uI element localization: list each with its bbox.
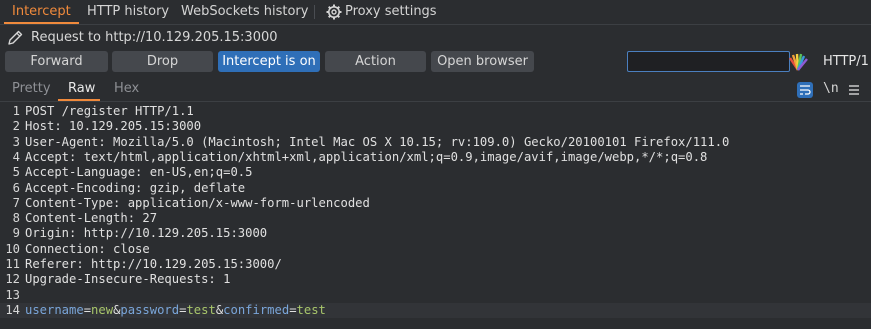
view-tab-pretty[interactable]: Pretty (12, 81, 51, 96)
line-number: 9 (12, 226, 20, 241)
param-name: password (120, 302, 180, 317)
view-tab-raw[interactable]: Raw (68, 81, 95, 96)
intercept-toolbar: Forward Drop Intercept is on Action Open… (0, 51, 871, 74)
request-line-text: Content-Type: application/x-www-form-url… (25, 195, 370, 210)
request-line-text: Origin: http://10.129.205.15:3000 (25, 226, 268, 241)
request-line-text: Connection: close (25, 241, 150, 256)
tab-websockets-history[interactable]: WebSockets history (181, 0, 308, 24)
param-value: test (296, 302, 326, 317)
tab-proxy-settings[interactable]: Proxy settings (345, 0, 437, 24)
editor-line: 13 (0, 288, 871, 303)
request-target-bar: Request to http://10.129.205.15:3000 (0, 26, 871, 50)
line-number: 2 (12, 119, 20, 134)
editor-line: 11 Referer: http://10.129.205.15:3000/ (0, 257, 871, 272)
gear-icon[interactable] (326, 4, 342, 20)
param-name: username (25, 302, 84, 317)
param-value: new (91, 302, 114, 317)
request-line-text: Content-Length: 27 (25, 211, 158, 226)
burp-highlight-icon[interactable] (787, 52, 809, 72)
editor-line: 7 Content-Type: application/x-www-form-ur… (0, 196, 871, 211)
request-line-text: POST /register HTTP/1.1 (25, 104, 194, 118)
request-line-text: Accept-Encoding: gzip, deflate (25, 180, 246, 195)
pencil-icon (8, 30, 23, 45)
param-equals: = (289, 302, 297, 317)
tab-intercept[interactable]: Intercept (4, 0, 79, 24)
proxy-tab-bar: Intercept HTTP history WebSockets histor… (0, 0, 871, 25)
search-input[interactable] (627, 51, 790, 72)
show-newlines-toggle[interactable]: \n (823, 81, 839, 96)
request-line-text: Referer: http://10.129.205.15:3000/ (25, 257, 282, 271)
editor-line: 1 POST /register HTTP/1.1 (0, 104, 871, 119)
editor-line: 9 Origin: http://10.129.205.15:3000 (0, 226, 871, 241)
open-browser-button[interactable]: Open browser (431, 51, 534, 72)
request-editor[interactable]: 1 POST /register HTTP/1.1 2 Host: 10.129.20… (0, 101, 871, 329)
param-name: confirmed (223, 302, 290, 317)
message-view-tabs: Pretty Raw Hex (0, 79, 871, 101)
editor-line: 6 Accept-Encoding: gzip, deflate (0, 181, 871, 196)
action-button[interactable]: Action (325, 51, 426, 72)
intercept-toggle-button[interactable]: Intercept is on (218, 51, 320, 72)
line-number: 6 (12, 180, 20, 195)
param-value: test (186, 302, 216, 317)
editor-line: 8 Content-Length: 27 (0, 211, 871, 226)
line-number: 5 (12, 165, 20, 180)
request-line-text: User-Agent: Mozilla/5.0 (Macintosh; Inte… (25, 134, 730, 149)
line-number: 8 (12, 211, 20, 226)
tab-http-history[interactable]: HTTP history (87, 0, 169, 24)
http-version-label[interactable]: HTTP/1 (823, 54, 869, 69)
request-line-text: Host: 10.129.205.15:3000 (25, 119, 202, 134)
editor-line: 5 Accept-Language: en-US,en;q=0.5 (0, 165, 871, 180)
param-equals: = (83, 302, 92, 317)
request-line-text: Accept-Language: en-US,en;q=0.5 (25, 165, 253, 180)
editor-line: 10 Connection: close (0, 242, 871, 257)
word-wrap-icon[interactable] (797, 82, 813, 98)
request-line-text: Accept: text/html,application/xhtml+xml,… (25, 149, 708, 164)
line-number: 10 (5, 241, 20, 256)
line-number: 14 (5, 302, 20, 317)
request-target-text: Request to http://10.129.205.15:3000 (31, 30, 278, 45)
line-number: 3 (12, 134, 20, 149)
tab-divider (314, 5, 315, 19)
editor-line-body: 14 username=new&password=test&confirmed=t… (0, 302, 871, 318)
line-number: 7 (12, 195, 20, 210)
forward-button[interactable]: Forward (5, 51, 108, 72)
view-tab-hex[interactable]: Hex (114, 81, 139, 96)
line-number: 4 (12, 149, 20, 164)
line-number: 1 (12, 104, 20, 118)
line-number: 11 (5, 257, 20, 271)
line-number: 12 (5, 272, 20, 287)
request-line-text: Upgrade-Insecure-Requests: 1 (25, 272, 231, 287)
editor-line: 4 Accept: text/html,application/xhtml+xml… (0, 150, 871, 165)
request-body-text: username=new&password=test&confirmed=tes… (25, 303, 326, 318)
editor-line: 2 Host: 10.129.205.15:3000 (0, 119, 871, 134)
editor-line: 12 Upgrade-Insecure-Requests: 1 (0, 272, 871, 287)
drop-button[interactable]: Drop (112, 51, 213, 72)
editor-line: 3 User-Agent: Mozilla/5.0 (Macintosh; Int… (0, 135, 871, 150)
line-number: 13 (5, 287, 20, 302)
hamburger-menu-icon[interactable] (848, 82, 860, 98)
